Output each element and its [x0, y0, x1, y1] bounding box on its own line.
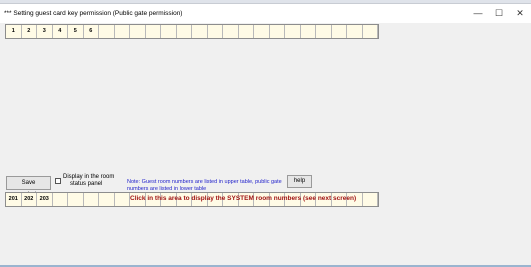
gate-cell[interactable]: 203 [37, 193, 53, 206]
title-bar: *** Setting guest card key permission (P… [0, 4, 531, 23]
room-cell[interactable]: 1 [6, 25, 22, 38]
room-cell[interactable]: 3 [37, 25, 53, 38]
close-button[interactable]: ✕ [513, 7, 527, 20]
room-cell[interactable] [161, 25, 177, 38]
gate-cell[interactable] [68, 193, 84, 206]
room-cell[interactable] [363, 25, 378, 38]
gate-cell[interactable]: 202 [22, 193, 37, 206]
room-cell[interactable] [115, 25, 130, 38]
room-cell[interactable] [208, 25, 223, 38]
gate-cell[interactable] [99, 193, 115, 206]
room-cell[interactable]: 5 [68, 25, 84, 38]
room-cell[interactable] [270, 25, 285, 38]
maximize-button[interactable]: ☐ [492, 7, 506, 20]
help-button[interactable]: help [287, 175, 312, 188]
system-room-numbers-hint[interactable]: Click in this area to display the SYSTEM… [130, 195, 356, 202]
room-cell[interactable] [192, 25, 208, 38]
note-line-1: Note: Guest room numbers are listed in u… [127, 179, 282, 185]
room-cell[interactable] [239, 25, 254, 38]
room-cell[interactable] [223, 25, 239, 38]
display-checkbox-label: Display in the room status panel [63, 174, 114, 188]
note-text: Note: Guest room numbers are listed in u… [127, 179, 282, 193]
room-cell[interactable] [332, 25, 347, 38]
room-cell[interactable]: 4 [53, 25, 68, 38]
guest-room-table[interactable]: 123456 [5, 24, 379, 39]
window-client-area: 123456 Save permission Display in the ro… [0, 23, 531, 265]
room-cell[interactable] [130, 25, 146, 38]
gate-cell[interactable] [84, 193, 99, 206]
room-cell[interactable] [254, 25, 270, 38]
room-cell[interactable]: 2 [22, 25, 37, 38]
room-cell[interactable] [316, 25, 332, 38]
room-cell[interactable] [99, 25, 115, 38]
display-in-room-status-checkbox[interactable] [55, 178, 61, 184]
gate-cell[interactable] [53, 193, 68, 206]
room-cell[interactable]: 6 [84, 25, 99, 38]
window-title: *** Setting guest card key permission (P… [4, 10, 183, 17]
save-permission-button[interactable]: Save permission [6, 176, 51, 198]
room-cell[interactable] [177, 25, 192, 38]
room-cell[interactable] [301, 25, 316, 38]
minimize-button[interactable]: — [471, 7, 485, 20]
room-cell[interactable] [146, 25, 161, 38]
room-cell[interactable] [347, 25, 363, 38]
gate-cell[interactable] [363, 193, 378, 206]
gate-cell[interactable] [115, 193, 130, 206]
display-checkbox-label-line2: status panel [70, 181, 103, 187]
room-cell[interactable] [285, 25, 301, 38]
gate-cell[interactable]: 201 [6, 193, 22, 206]
display-checkbox-label-line1: Display in the room [63, 174, 115, 180]
